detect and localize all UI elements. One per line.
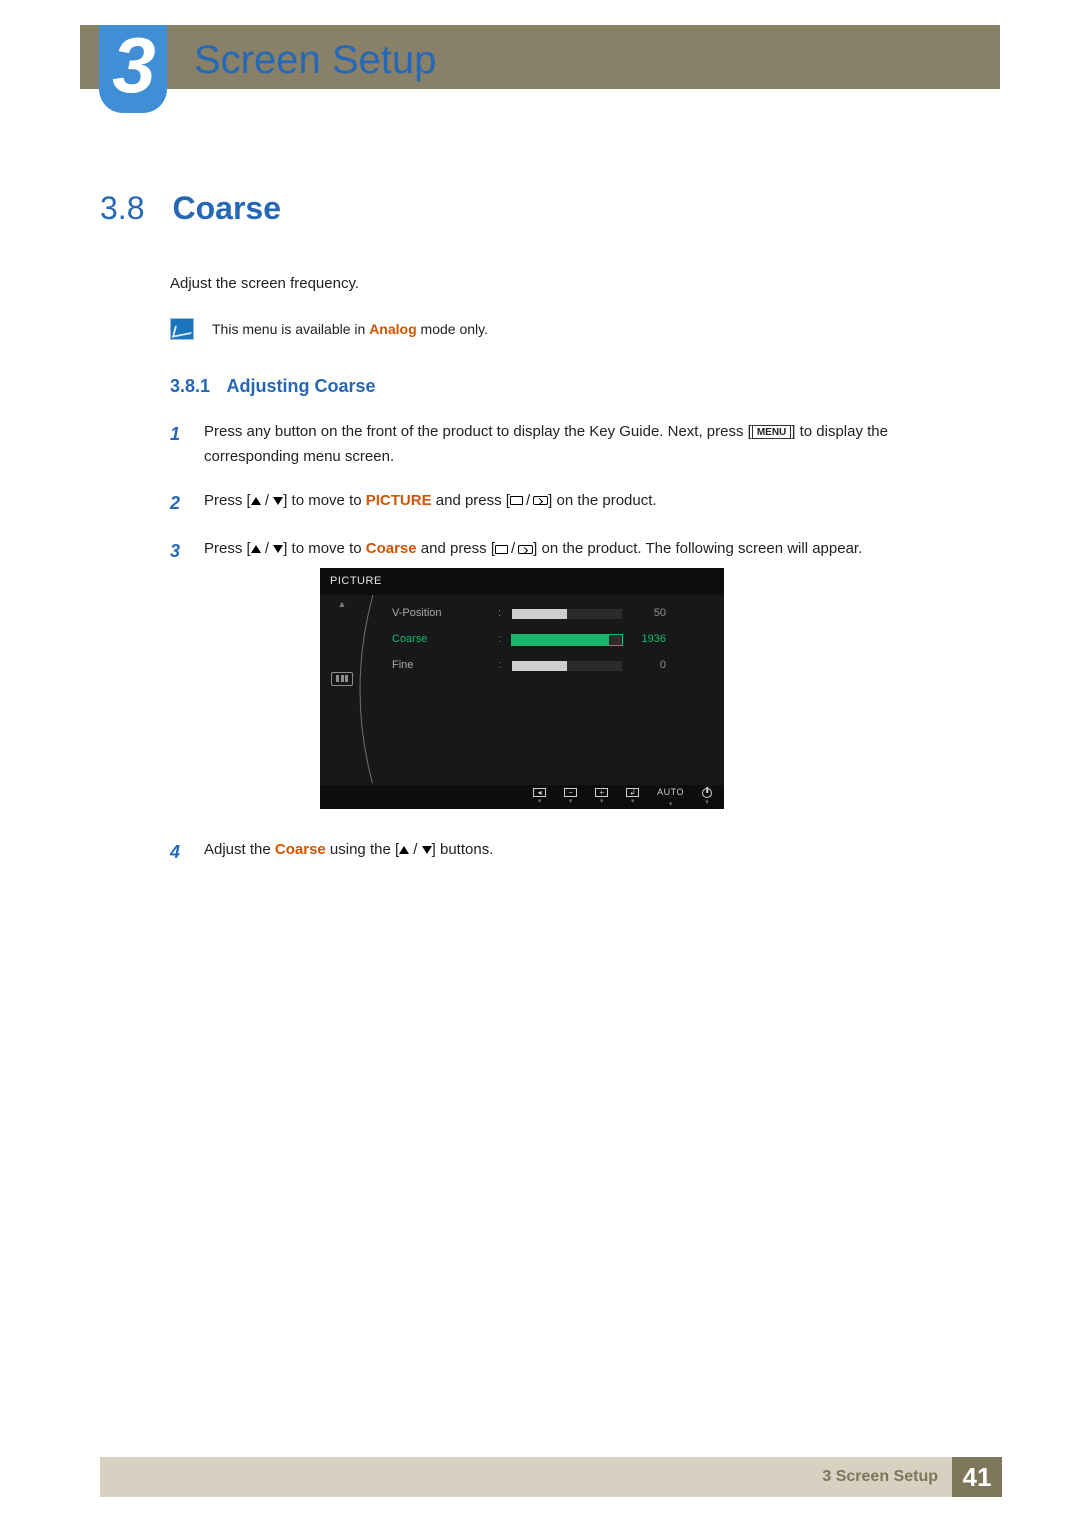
step-number: 3 [170,536,186,818]
osd-screenshot: PICTURE ▲ V-Position [320,568,724,809]
osd-value: 0 [630,656,666,675]
menu-button-icon: MENU [752,425,791,439]
note: This menu is available in Analog mode on… [170,318,970,340]
step-body: Press [ / ] to move to Coarse and press … [204,536,970,818]
text: Adjust the [204,841,275,858]
osd-row-vposition: V-Position : 50 [392,601,710,627]
note-prefix: This menu is available in [212,321,369,337]
section-intro: Adjust the screen frequency. [170,273,970,296]
osd-footer-minus-icon: −▾ [564,788,577,805]
keyword-coarse: Coarse [366,540,417,557]
osd-label: Coarse [392,630,490,649]
chapter-title: Screen Setup [194,38,436,83]
colon: : [498,656,504,675]
triangle-up-icon [251,497,261,505]
step-body: Press [ / ] to move to PICTURE and press… [204,488,970,519]
subsection-number: 3.8.1 [170,376,210,396]
note-text: This menu is available in Analog mode on… [212,321,488,337]
subsection-title: Adjusting Coarse [227,376,376,396]
osd-arc-decoration [355,595,381,783]
keyword-picture: PICTURE [366,492,432,509]
source-enter-icon: / [510,488,548,514]
triangle-down-icon [273,497,283,505]
triangle-up-icon [251,545,261,553]
section-heading: 3.8 Coarse [100,190,970,227]
step-number: 4 [170,837,186,868]
chapter-tab: 3 [99,25,167,113]
note-mode: Analog [369,321,416,337]
step-number: 2 [170,488,186,519]
osd-footer-back-icon: ◂▾ [533,788,546,805]
step-2: 2 Press [ / ] to move to PICTURE and pre… [170,488,970,519]
note-icon [170,318,194,340]
text: ] on the product. The following screen w… [533,540,862,557]
text: ] to move to [283,492,366,509]
footer-bar [100,1457,808,1497]
osd-picture-tab-icon [331,672,353,686]
triangle-up-icon [399,846,409,854]
text: and press [ [417,540,495,557]
page-number: 41 [952,1457,1002,1497]
osd-footer-auto-label: AUTO [657,785,684,800]
osd-label: Fine [392,656,490,675]
note-suffix: mode only. [417,321,488,337]
source-enter-icon: / [495,536,533,562]
osd-footer-auto: AUTO▾ [657,785,684,808]
triangle-down-icon [273,545,283,553]
step-1: 1 Press any button on the front of the p… [170,419,970,470]
triangle-down-icon [422,846,432,854]
osd-value: 50 [630,604,666,623]
osd-footer: ◂▾ −▾ +▾ ↲▾ AUTO▾ ▾ [320,785,724,809]
osd-footer-enter-icon: ↲▾ [626,788,639,805]
osd-value: 1936 [630,630,666,649]
text: ] on the product. [548,492,656,509]
text: Press [ [204,540,251,557]
osd-label: V-Position [392,604,490,623]
text: Press any button on the front of the pro… [204,423,752,440]
osd-sidebar: ▲ [320,595,364,785]
keyword-coarse: Coarse [275,841,326,858]
instruction-list: 1 Press any button on the front of the p… [170,419,970,868]
osd-slider [512,661,622,671]
colon: : [498,630,504,649]
step-number: 1 [170,419,186,470]
section-number: 3.8 [100,190,144,227]
osd-row-coarse: Coarse : 1936 [392,627,710,653]
footer-text: 3 Screen Setup [808,1457,952,1497]
osd-rows: V-Position : 50 Coarse : 1936 [364,595,724,785]
chapter-number: 3 [112,20,153,111]
step-body: Adjust the Coarse using the [ / ] button… [204,837,970,868]
subsection-heading: 3.8.1 Adjusting Coarse [170,376,970,397]
text: Press [ [204,492,251,509]
section-title: Coarse [172,190,281,227]
text: using the [ [326,841,399,858]
page-footer: 3 Screen Setup 41 [100,1457,1002,1497]
colon: : [498,604,504,623]
text: ] to move to [283,540,366,557]
osd-slider [512,609,622,619]
text: and press [ [432,492,510,509]
osd-title: PICTURE [320,568,724,595]
text: ] buttons. [432,841,494,858]
step-3: 3 Press [ / ] to move to Coarse and pres… [170,536,970,818]
scroll-up-icon: ▲ [338,597,347,612]
osd-footer-plus-icon: +▾ [595,788,608,805]
step-body: Press any button on the front of the pro… [204,419,970,470]
osd-row-fine: Fine : 0 [392,653,710,679]
osd-slider [512,635,622,645]
step-4: 4 Adjust the Coarse using the [ / ] butt… [170,837,970,868]
osd-footer-power-icon: ▾ [702,788,712,806]
